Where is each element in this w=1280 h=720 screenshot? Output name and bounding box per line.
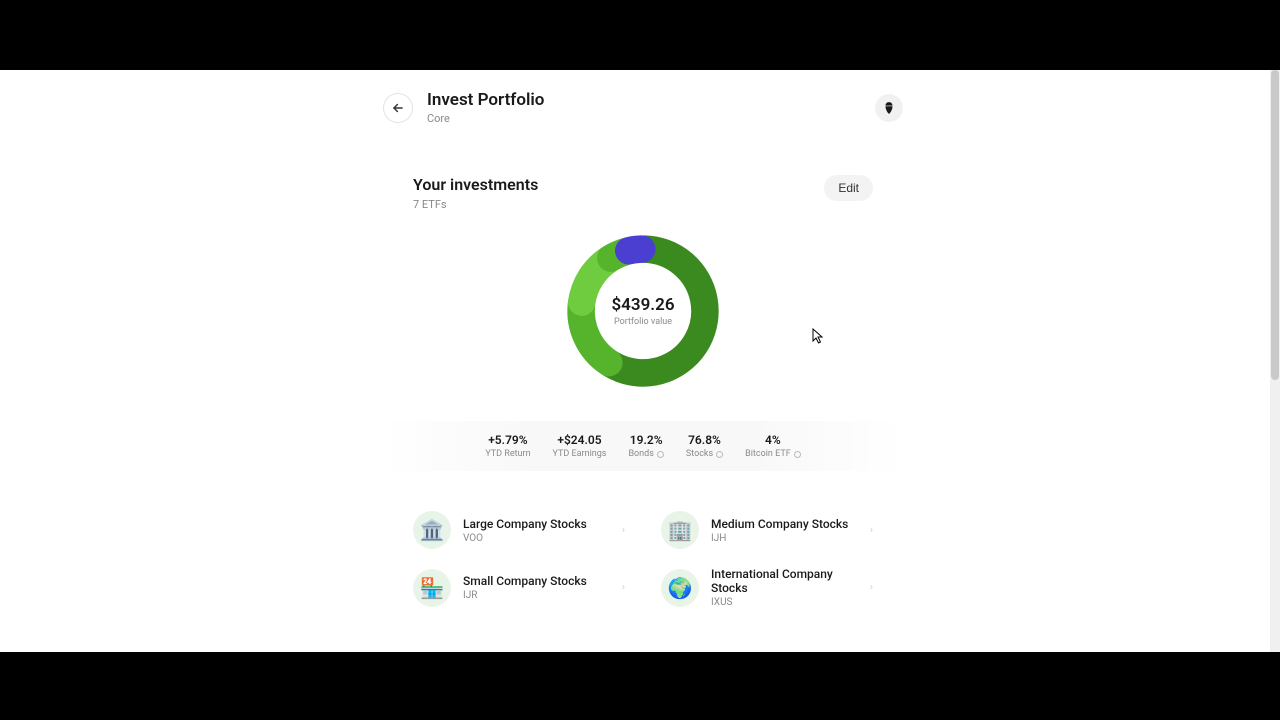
etf-item[interactable]: 🏛️ Large Company Stocks VOO › — [413, 511, 625, 549]
chevron-right-icon: › — [870, 525, 873, 536]
etf-icon: 🌍 — [661, 569, 699, 607]
stat-value: 19.2% — [628, 433, 663, 447]
etf-icon: 🏪 — [413, 569, 451, 607]
app-icon-button[interactable] — [875, 94, 903, 122]
stat-label: YTD Return — [485, 449, 530, 459]
etf-ticker: IXUS — [711, 597, 858, 608]
stat-label: YTD Earnings — [553, 449, 607, 459]
info-icon[interactable] — [657, 451, 664, 458]
arrow-left-icon — [391, 101, 405, 115]
etf-name: Small Company Stocks — [463, 574, 610, 588]
etf-icon: 🏛️ — [413, 511, 451, 549]
chevron-right-icon: › — [622, 582, 625, 593]
acorn-icon — [882, 101, 896, 115]
scrollbar-track[interactable] — [1270, 70, 1280, 652]
scrollbar-thumb[interactable] — [1271, 70, 1279, 380]
stat-item: 76.8% Stocks — [686, 433, 723, 459]
info-icon[interactable] — [716, 451, 723, 458]
stat-value: 76.8% — [686, 433, 723, 447]
stat-value: 4% — [745, 433, 801, 447]
stats-row: +5.79% YTD Return +$24.05 YTD Earnings 19.2%… — [383, 421, 903, 471]
stat-item: +$24.05 YTD Earnings — [553, 433, 607, 459]
chevron-right-icon: › — [870, 582, 873, 593]
edit-button[interactable]: Edit — [824, 175, 873, 201]
section-subtitle: 7 ETFs — [413, 198, 538, 211]
section-title: Your investments — [413, 175, 538, 194]
stat-item: 19.2% Bonds — [628, 433, 663, 459]
etf-name: Medium Company Stocks — [711, 517, 858, 531]
chevron-right-icon: › — [622, 525, 625, 536]
stat-value: +5.79% — [485, 433, 530, 447]
etf-item[interactable]: 🏢 Medium Company Stocks IJH › — [661, 511, 873, 549]
etf-name: Large Company Stocks — [463, 517, 610, 531]
back-button[interactable] — [383, 93, 413, 123]
stat-label: Bitcoin ETF — [745, 449, 801, 459]
etf-ticker: IJH — [711, 533, 858, 544]
donut-segment[interactable] — [629, 249, 642, 251]
stat-label: Stocks — [686, 449, 723, 459]
stat-item: 4% Bitcoin ETF — [745, 433, 801, 459]
etf-name: International Company Stocks — [711, 567, 858, 595]
etf-item[interactable]: 🌍 International Company Stocks IXUS › — [661, 567, 873, 608]
etf-list: 🏛️ Large Company Stocks VOO › 🏢 Medium Compan… — [383, 471, 903, 628]
page-header: Invest Portfolio Core — [383, 90, 903, 125]
etf-icon: 🏢 — [661, 511, 699, 549]
portfolio-value: $439.26 — [611, 295, 674, 315]
page-subtitle: Core — [427, 112, 861, 125]
stat-value: +$24.05 — [553, 433, 607, 447]
section-header: Your investments 7 ETFs Edit — [383, 175, 903, 211]
page-title: Invest Portfolio — [427, 90, 861, 110]
etf-ticker: IJR — [463, 590, 610, 601]
etf-item[interactable]: 🏪 Small Company Stocks IJR › — [413, 567, 625, 608]
info-icon[interactable] — [794, 451, 801, 458]
stat-item: +5.79% YTD Return — [485, 433, 530, 459]
etf-ticker: VOO — [463, 533, 610, 544]
portfolio-value-label: Portfolio value — [611, 317, 674, 327]
portfolio-donut-chart: $439.26 Portfolio value — [383, 225, 903, 397]
stat-label: Bonds — [628, 449, 663, 459]
